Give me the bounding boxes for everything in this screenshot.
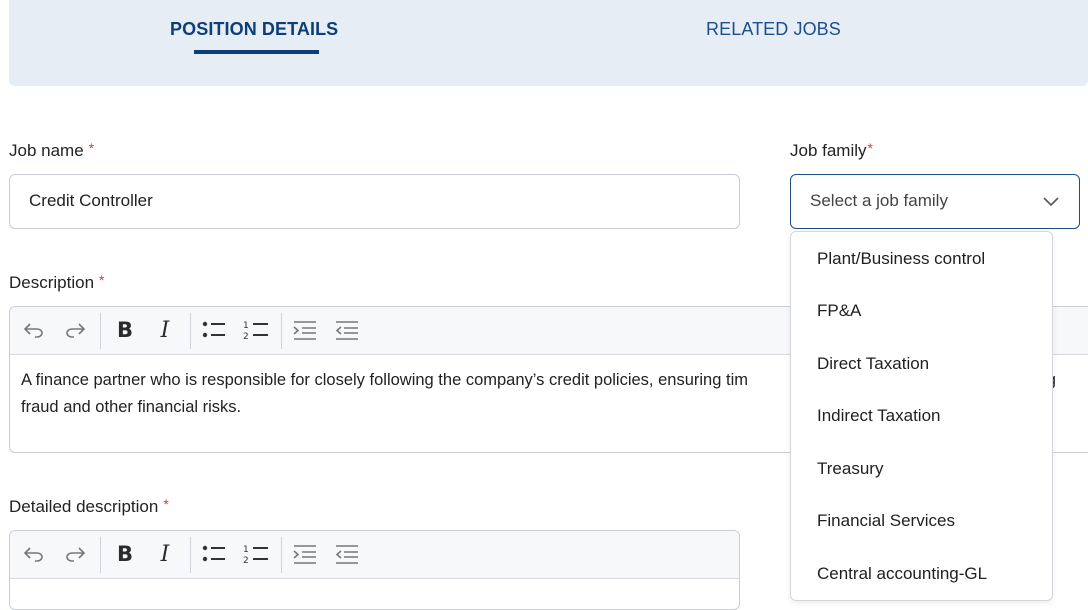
svg-text:1: 1 bbox=[243, 321, 249, 331]
bullet-list-icon[interactable] bbox=[202, 543, 226, 565]
job-name-input[interactable]: Credit Controller bbox=[9, 174, 740, 229]
detailed-description-editor[interactable]: B I 12 bbox=[9, 530, 740, 610]
description-label-text: Description bbox=[9, 273, 95, 292]
dropdown-option[interactable]: Direct Taxation bbox=[817, 354, 929, 374]
job-family-label-text: Job family bbox=[790, 141, 867, 160]
required-mark: * bbox=[88, 140, 95, 156]
redo-icon[interactable] bbox=[64, 319, 86, 341]
outdent-icon[interactable] bbox=[335, 319, 359, 341]
required-mark: * bbox=[867, 140, 873, 156]
tab-related-jobs[interactable]: RELATED JOBS bbox=[706, 19, 841, 40]
dropdown-option[interactable]: Indirect Taxation bbox=[817, 406, 940, 426]
toolbar-divider bbox=[100, 313, 101, 349]
italic-icon[interactable]: I bbox=[156, 318, 174, 343]
indent-icon[interactable] bbox=[293, 319, 317, 341]
bullet-list-icon[interactable] bbox=[202, 319, 226, 341]
detailed-description-toolbar: B I 12 bbox=[10, 531, 739, 579]
tabs-bar: POSITION DETAILS RELATED JOBS bbox=[9, 0, 1088, 86]
detailed-description-label-text: Detailed description bbox=[9, 497, 159, 516]
required-mark: * bbox=[99, 272, 105, 288]
undo-icon[interactable] bbox=[23, 543, 45, 565]
dropdown-option[interactable]: Treasury bbox=[817, 459, 883, 479]
dropdown-option[interactable]: FP&A bbox=[817, 301, 861, 321]
svg-text:1: 1 bbox=[243, 545, 249, 555]
job-name-label: Job name * bbox=[9, 140, 94, 161]
dropdown-option[interactable]: Financial Services bbox=[817, 511, 955, 531]
description-label: Description * bbox=[9, 272, 105, 293]
dropdown-option[interactable]: Central accounting-GL bbox=[817, 564, 987, 584]
dropdown-option[interactable]: Plant/Business control bbox=[817, 249, 985, 269]
numbered-list-icon[interactable]: 12 bbox=[243, 543, 269, 565]
indent-icon[interactable] bbox=[293, 543, 317, 565]
outdent-icon[interactable] bbox=[335, 543, 359, 565]
undo-icon[interactable] bbox=[23, 319, 45, 341]
job-name-label-text: Job name bbox=[9, 141, 84, 160]
svg-text:2: 2 bbox=[243, 556, 249, 565]
redo-icon[interactable] bbox=[64, 543, 86, 565]
toolbar-divider bbox=[190, 537, 191, 573]
tab-position-details[interactable]: POSITION DETAILS bbox=[170, 19, 338, 40]
toolbar-divider bbox=[190, 313, 191, 349]
chevron-down-icon bbox=[1043, 194, 1059, 212]
active-tab-indicator bbox=[194, 50, 319, 54]
bold-icon[interactable]: B bbox=[114, 542, 136, 566]
svg-text:2: 2 bbox=[243, 332, 249, 341]
italic-icon[interactable]: I bbox=[156, 542, 174, 567]
toolbar-divider bbox=[281, 537, 282, 573]
job-family-select[interactable]: Select a job family bbox=[790, 174, 1080, 229]
toolbar-divider bbox=[281, 313, 282, 349]
bold-icon[interactable]: B bbox=[114, 318, 136, 342]
job-family-dropdown: Plant/Business control FP&A Direct Taxat… bbox=[790, 231, 1053, 601]
job-name-value: Credit Controller bbox=[29, 191, 153, 210]
job-family-label: Job family* bbox=[790, 140, 873, 161]
toolbar-divider bbox=[100, 537, 101, 573]
job-family-placeholder: Select a job family bbox=[810, 191, 948, 210]
numbered-list-icon[interactable]: 12 bbox=[243, 319, 269, 341]
required-mark: * bbox=[163, 496, 169, 512]
detailed-description-label: Detailed description * bbox=[9, 496, 169, 517]
